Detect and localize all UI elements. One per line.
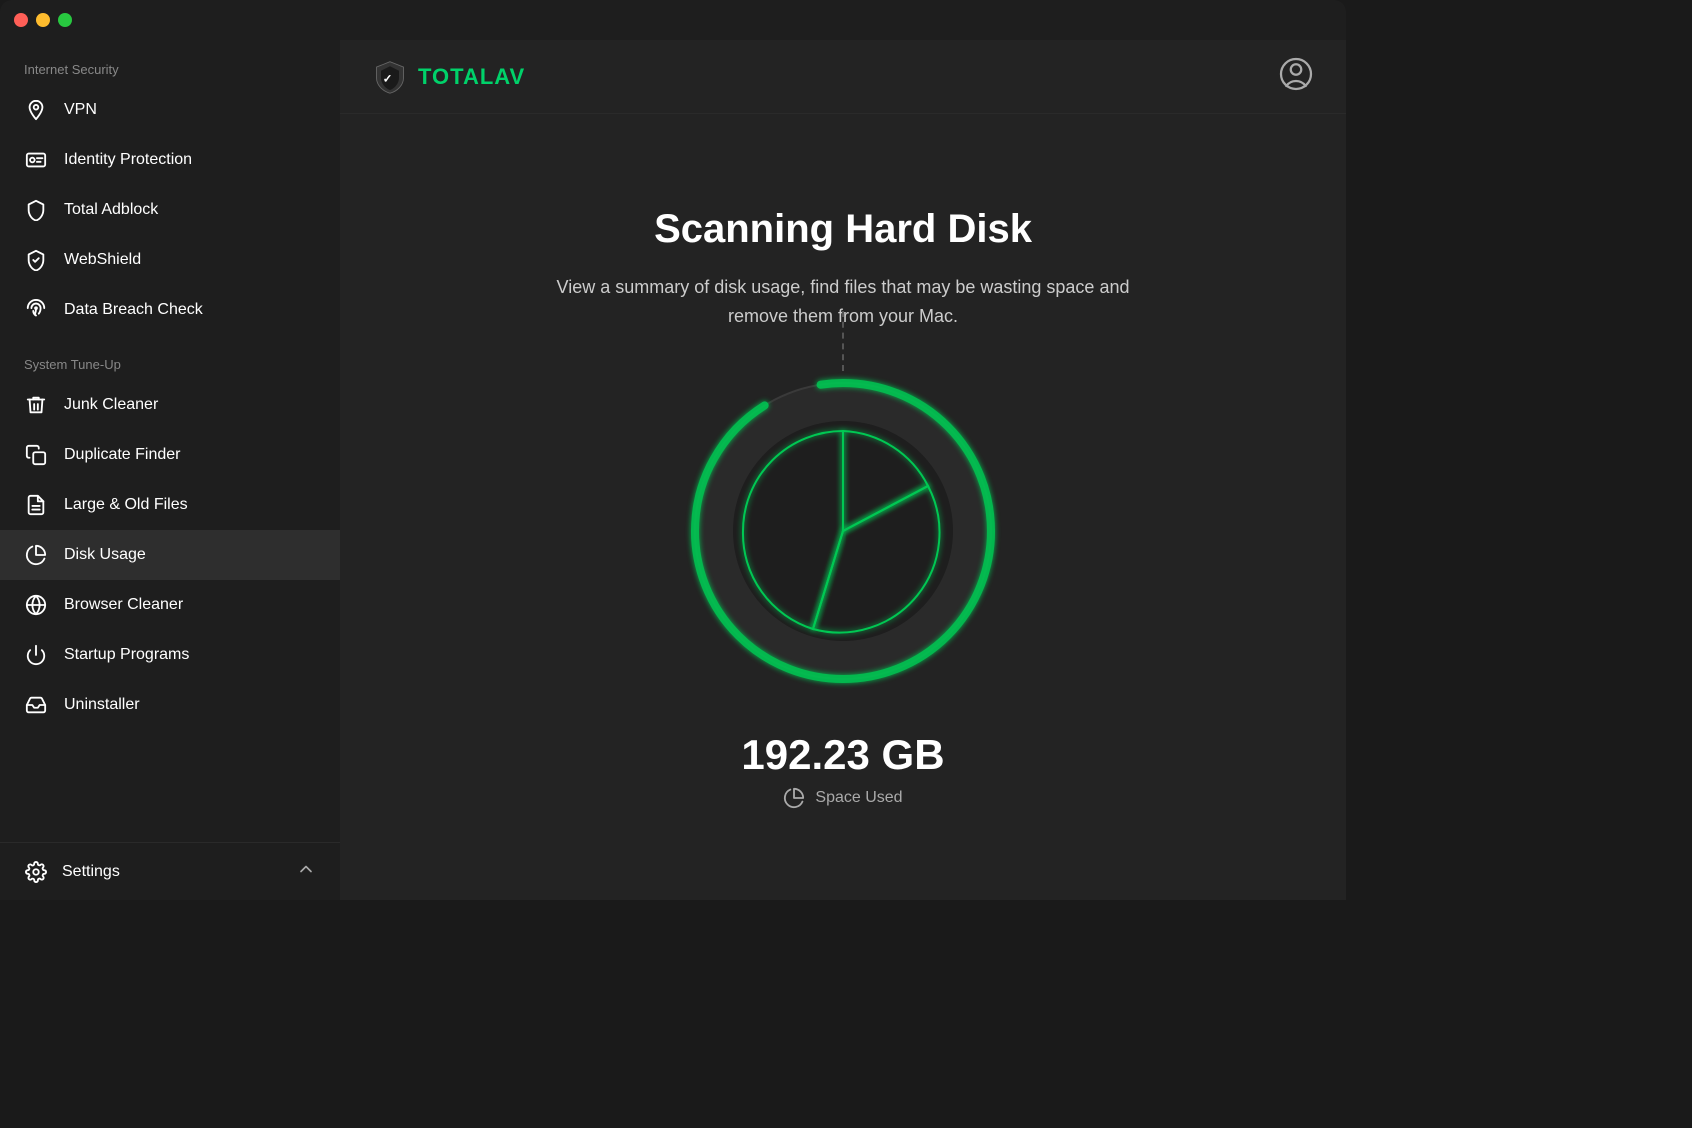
space-used-label: Space Used — [815, 789, 902, 807]
main-header: ✓ TOTALAV — [340, 40, 1346, 114]
sidebar-item-webshield[interactable]: WebShield — [0, 235, 340, 285]
pie-chart-icon — [24, 543, 48, 567]
logo-text: TOTALAV — [418, 64, 525, 90]
sidebar-item-largefiles[interactable]: Large & Old Files — [0, 480, 340, 530]
svg-text:✓: ✓ — [383, 72, 393, 85]
sidebar-item-vpn[interactable]: VPN — [0, 85, 340, 135]
dashed-connector — [842, 311, 844, 371]
duplicate-icon — [24, 443, 48, 467]
file-icon — [24, 493, 48, 517]
sidebar-label-largefiles: Large & Old Files — [64, 496, 188, 514]
app-container: Internet Security VPN Identity — [0, 40, 1346, 900]
settings-footer[interactable]: Settings — [0, 842, 340, 900]
logo-total: TOTAL — [418, 64, 494, 89]
uninstall-icon — [24, 693, 48, 717]
title-bar — [0, 0, 1346, 40]
sidebar: Internet Security VPN Identity — [0, 40, 340, 900]
sidebar-item-browser[interactable]: Browser Cleaner — [0, 580, 340, 630]
sidebar-label-identity: Identity Protection — [64, 151, 192, 169]
sidebar-label-databreach: Data Breach Check — [64, 301, 203, 319]
sidebar-item-databreach[interactable]: Data Breach Check — [0, 285, 340, 335]
sidebar-item-startup[interactable]: Startup Programs — [0, 630, 340, 680]
id-card-icon — [24, 148, 48, 172]
sidebar-label-adblock: Total Adblock — [64, 201, 158, 219]
disk-size-value: 192.23 GB — [741, 731, 944, 779]
sidebar-label-uninstaller: Uninstaller — [64, 696, 140, 714]
globe-icon — [24, 593, 48, 617]
sidebar-item-identity[interactable]: Identity Protection — [0, 135, 340, 185]
maximize-button[interactable] — [58, 13, 72, 27]
stats-area: 192.23 GB Space Used — [741, 731, 944, 809]
minimize-button[interactable] — [36, 13, 50, 27]
user-profile-icon[interactable] — [1278, 56, 1314, 97]
trash-icon — [24, 393, 48, 417]
sidebar-label-vpn: VPN — [64, 101, 97, 119]
totalav-logo-icon: ✓ — [372, 59, 408, 95]
main-content: ✓ TOTALAV Scanning Hard Disk View a summ… — [340, 40, 1346, 900]
sidebar-label-webshield: WebShield — [64, 251, 141, 269]
fingerprint-icon — [24, 298, 48, 322]
shield-icon — [24, 198, 48, 222]
space-used-icon — [783, 787, 805, 809]
logo-area: ✓ TOTALAV — [372, 59, 525, 95]
sidebar-label-diskusage: Disk Usage — [64, 546, 146, 564]
content-area: Scanning Hard Disk View a summary of dis… — [523, 114, 1163, 900]
space-used-row: Space Used — [783, 787, 902, 809]
disk-usage-chart — [683, 371, 1003, 691]
section-label-tuneup: System Tune-Up — [0, 335, 340, 380]
sidebar-label-startup: Startup Programs — [64, 646, 189, 664]
sidebar-label-browser: Browser Cleaner — [64, 596, 183, 614]
sidebar-item-duplicate[interactable]: Duplicate Finder — [0, 430, 340, 480]
settings-label: Settings — [62, 863, 120, 881]
logo-av: AV — [494, 64, 525, 89]
chevron-up-icon — [296, 859, 316, 884]
traffic-lights — [14, 13, 72, 27]
sidebar-item-diskusage[interactable]: Disk Usage — [0, 530, 340, 580]
shield-check-icon — [24, 248, 48, 272]
sidebar-label-junk: Junk Cleaner — [64, 396, 158, 414]
disk-chart-container — [683, 371, 1003, 691]
location-pin-icon — [24, 98, 48, 122]
sidebar-item-junk[interactable]: Junk Cleaner — [0, 380, 340, 430]
settings-left: Settings — [24, 860, 120, 884]
sidebar-label-duplicate: Duplicate Finder — [64, 446, 181, 464]
sidebar-item-uninstaller[interactable]: Uninstaller — [0, 680, 340, 730]
page-title: Scanning Hard Disk — [654, 205, 1032, 253]
power-icon — [24, 643, 48, 667]
section-label-internet: Internet Security — [0, 40, 340, 85]
gear-icon — [24, 860, 48, 884]
sidebar-item-adblock[interactable]: Total Adblock — [0, 185, 340, 235]
close-button[interactable] — [14, 13, 28, 27]
